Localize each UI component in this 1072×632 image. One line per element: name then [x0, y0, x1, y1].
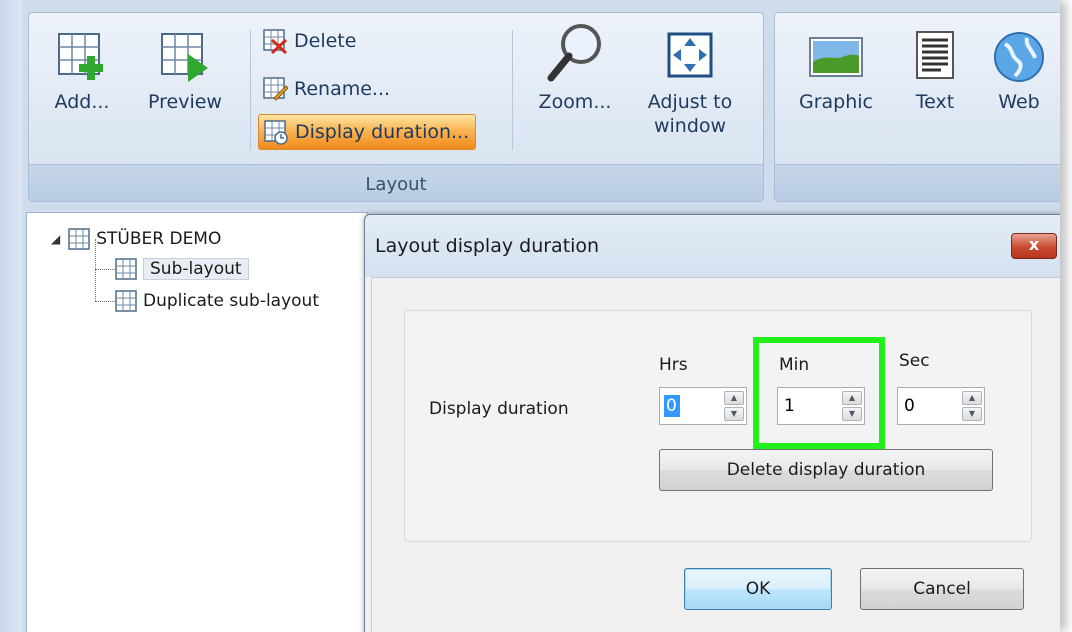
- delete-icon: [263, 29, 288, 54]
- web-label: Web: [998, 91, 1040, 113]
- adjust-label-line1: Adjust to: [647, 91, 733, 113]
- layout-tree: ◢ STÜBER DEMO Sub-layout Duplicate sub-l…: [26, 212, 368, 632]
- rename-label: Rename...: [294, 78, 391, 100]
- ribbon-separator: [250, 30, 251, 150]
- tree-root[interactable]: ◢ STÜBER DEMO: [51, 225, 221, 253]
- close-button[interactable]: x: [1011, 233, 1057, 259]
- display-duration-button[interactable]: Display duration...: [258, 114, 477, 150]
- spin-up-icon[interactable]: ▲: [724, 391, 744, 405]
- group-label-bar: Layout: [29, 164, 763, 201]
- display-duration-label: Display duration: [429, 399, 569, 419]
- close-icon: x: [1028, 235, 1040, 254]
- preview-button[interactable]: Preview: [138, 30, 232, 114]
- group-label-bar-content: [775, 164, 1060, 201]
- dialog-title: Layout display duration: [375, 235, 600, 257]
- graphic-label: Graphic: [798, 91, 873, 113]
- spin-up-icon[interactable]: ▲: [962, 391, 982, 405]
- cancel-button[interactable]: Cancel: [860, 568, 1024, 610]
- tree-connector: [95, 301, 115, 302]
- dialog-titlebar[interactable]: Layout display duration x: [365, 215, 1060, 277]
- display-duration-label: Display duration...: [295, 121, 470, 143]
- preview-label: Preview: [148, 91, 222, 113]
- sec-label: Sec: [899, 351, 930, 371]
- add-label: Add...: [54, 91, 110, 113]
- text-button[interactable]: Text: [900, 30, 970, 114]
- tree-item-duplicate-sub-layout[interactable]: Duplicate sub-layout: [115, 287, 319, 315]
- fit-window-icon: [667, 32, 713, 78]
- magnifier-icon: [547, 24, 601, 82]
- dialog-body: Display duration Hrs Min Sec ▲ ▼ ▲ ▼: [371, 277, 1060, 632]
- grid-add-icon: [58, 33, 103, 80]
- text-label: Text: [915, 91, 955, 113]
- web-button[interactable]: Web: [984, 30, 1054, 114]
- group-label-layout: Layout: [365, 174, 427, 195]
- spin-down-icon[interactable]: ▼: [724, 407, 744, 421]
- layout-display-duration-dialog: Layout display duration x Display durati…: [364, 214, 1060, 632]
- sec-spin-buttons[interactable]: ▲ ▼: [962, 390, 982, 422]
- tree-root-label: STÜBER DEMO: [96, 229, 222, 249]
- hrs-input[interactable]: [664, 395, 680, 417]
- rename-icon: [263, 77, 288, 101]
- tree-expand-icon[interactable]: ◢: [51, 232, 60, 246]
- window-left-edge: [0, 0, 22, 632]
- tree-item-label: Sub-layout: [143, 258, 249, 280]
- grid-play-icon: [161, 33, 208, 82]
- delete-label: Delete: [294, 30, 357, 52]
- ok-button[interactable]: OK: [684, 568, 832, 610]
- hrs-label: Hrs: [659, 355, 688, 375]
- hrs-spin-buttons[interactable]: ▲ ▼: [724, 390, 744, 422]
- sec-spinner[interactable]: ▲ ▼: [897, 387, 985, 425]
- delete-display-duration-button[interactable]: Delete display duration: [659, 449, 993, 491]
- rename-button[interactable]: Rename...: [262, 72, 390, 106]
- text-document-icon: [916, 31, 954, 79]
- landscape-image-icon: [809, 37, 863, 77]
- globe-icon: [994, 32, 1044, 82]
- zoom-button[interactable]: Zoom...: [530, 20, 620, 114]
- add-button[interactable]: Add...: [44, 30, 120, 114]
- graphic-button[interactable]: Graphic: [788, 30, 884, 114]
- adjust-to-window-button[interactable]: Adjust to window: [640, 30, 740, 138]
- clock-grid-icon: [264, 120, 288, 145]
- adjust-label-line2: window: [653, 115, 727, 137]
- delete-button[interactable]: Delete: [262, 24, 356, 58]
- layout-grid-icon: [68, 228, 90, 250]
- tree-connector: [95, 269, 115, 270]
- zoom-label: Zoom...: [538, 91, 612, 113]
- spin-down-icon[interactable]: ▼: [962, 407, 982, 421]
- tree-item-label: Duplicate sub-layout: [143, 291, 319, 311]
- min-highlight-annotation: [753, 337, 885, 449]
- layout-grid-icon: [115, 290, 137, 312]
- layout-grid-icon: [115, 258, 137, 280]
- hrs-spinner[interactable]: ▲ ▼: [659, 387, 747, 425]
- sec-input[interactable]: [902, 395, 958, 417]
- duration-groupbox: Display duration Hrs Min Sec ▲ ▼ ▲ ▼: [404, 310, 1032, 542]
- tree-item-sub-layout[interactable]: Sub-layout: [115, 255, 249, 283]
- application-window: Layout Add... Preview Delete Rename... D…: [0, 0, 1060, 632]
- ribbon-separator-2: [512, 30, 513, 150]
